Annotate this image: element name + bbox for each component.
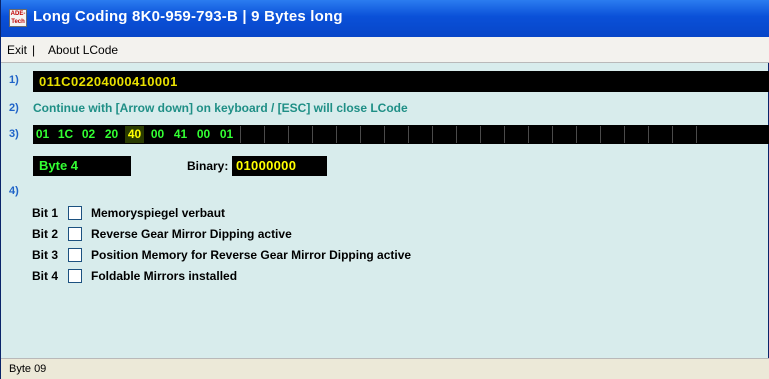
status-text: Byte 09 [9, 363, 47, 375]
coding-value-field[interactable]: 011C02204000410001 [33, 71, 769, 92]
status-bar: Byte 09 [1, 358, 769, 379]
section-number-4: 4) [9, 185, 19, 197]
bit-row-3: Bit 3 Position Memory for Reverse Gear M… [32, 246, 411, 264]
bit-row-1: Bit 1 Memoryspiegel verbaut [32, 204, 225, 222]
byte-cell-empty[interactable] [624, 126, 644, 143]
byte-cell-8[interactable]: 00 [194, 126, 213, 143]
byte-strip: 01 1C 02 20 40 00 41 00 01 [33, 125, 769, 144]
byte-cell-1[interactable]: 01 [33, 126, 52, 143]
keyboard-hint: Continue with [Arrow down] on keyboard /… [33, 101, 408, 115]
bit-3-checkbox[interactable] [68, 248, 82, 262]
byte-cell-empty[interactable] [432, 126, 452, 143]
byte-cell-empty[interactable] [384, 126, 404, 143]
byte-cell-empty[interactable] [312, 126, 332, 143]
bit-description: Position Memory for Reverse Gear Mirror … [91, 248, 412, 262]
menu-separator: | [32, 43, 36, 57]
lcode-window: ADE-Tech Long Coding 8K0-959-793-B | 9 B… [0, 0, 769, 379]
byte-cell-empty[interactable] [600, 126, 620, 143]
bit-label: Bit 1 [32, 206, 59, 220]
menu-item-about[interactable]: About LCode [48, 43, 118, 57]
byte-cell-3[interactable]: 02 [79, 126, 98, 143]
coding-value-text: 011C02204000410001 [39, 74, 178, 89]
byte-cell-4[interactable]: 20 [102, 126, 121, 143]
bit-2-checkbox[interactable] [68, 227, 82, 241]
bit-description: Memoryspiegel verbaut [91, 206, 226, 220]
byte-cell-empty[interactable] [408, 126, 428, 143]
bit-label: Bit 4 [32, 269, 59, 283]
byte-cell-empty[interactable] [696, 126, 716, 143]
bit-4-checkbox[interactable] [68, 269, 82, 283]
byte-cell-6[interactable]: 00 [148, 126, 167, 143]
binary-value: 01000000 [236, 158, 297, 173]
bit-description: Foldable Mirrors installed [91, 269, 238, 283]
byte-cell-empty[interactable] [360, 126, 380, 143]
bit-1-checkbox[interactable] [68, 206, 82, 220]
window-title: Long Coding 8K0-959-793-B | 9 Bytes long [33, 8, 343, 25]
byte-cell-empty[interactable] [456, 126, 476, 143]
byte-cell-empty[interactable] [264, 126, 284, 143]
bit-row-2: Bit 2 Reverse Gear Mirror Dipping active [32, 225, 292, 243]
byte-cell-empty[interactable] [576, 126, 596, 143]
section-number-1: 1) [9, 74, 19, 86]
byte-cell-empty[interactable] [648, 126, 668, 143]
byte-cell-empty[interactable] [288, 126, 308, 143]
byte-cell-empty[interactable] [480, 126, 500, 143]
bit-label: Bit 3 [32, 248, 59, 262]
app-logo-text: ADE-Tech [10, 11, 26, 25]
bit-row-4: Bit 4 Foldable Mirrors installed [32, 267, 237, 285]
byte-cell-empty[interactable] [672, 126, 692, 143]
title-bar[interactable]: ADE-Tech Long Coding 8K0-959-793-B | 9 B… [1, 0, 769, 37]
byte-cell-empty[interactable] [528, 126, 548, 143]
menu-bar: Exit | About LCode [1, 37, 769, 63]
selected-byte-box: Byte 4 [33, 156, 131, 176]
byte-cell-5[interactable]: 40 [125, 126, 144, 143]
byte-cell-empty[interactable] [240, 126, 260, 143]
byte-cell-empty[interactable] [504, 126, 524, 143]
byte-cell-2[interactable]: 1C [56, 126, 75, 143]
byte-cell-9[interactable]: 01 [217, 126, 236, 143]
byte-cell-empty[interactable] [336, 126, 356, 143]
byte-cell-7[interactable]: 41 [171, 126, 190, 143]
binary-value-box: 01000000 [232, 156, 327, 176]
section-number-3: 3) [9, 128, 19, 140]
bit-description: Reverse Gear Mirror Dipping active [91, 227, 292, 241]
app-logo-icon: ADE-Tech [9, 9, 27, 27]
menu-item-exit[interactable]: Exit [7, 43, 27, 57]
selected-byte-label: Byte 4 [39, 158, 79, 173]
bit-label: Bit 2 [32, 227, 59, 241]
section-number-2: 2) [9, 102, 19, 114]
binary-label: Binary: [187, 159, 229, 173]
byte-cell-empty[interactable] [552, 126, 572, 143]
